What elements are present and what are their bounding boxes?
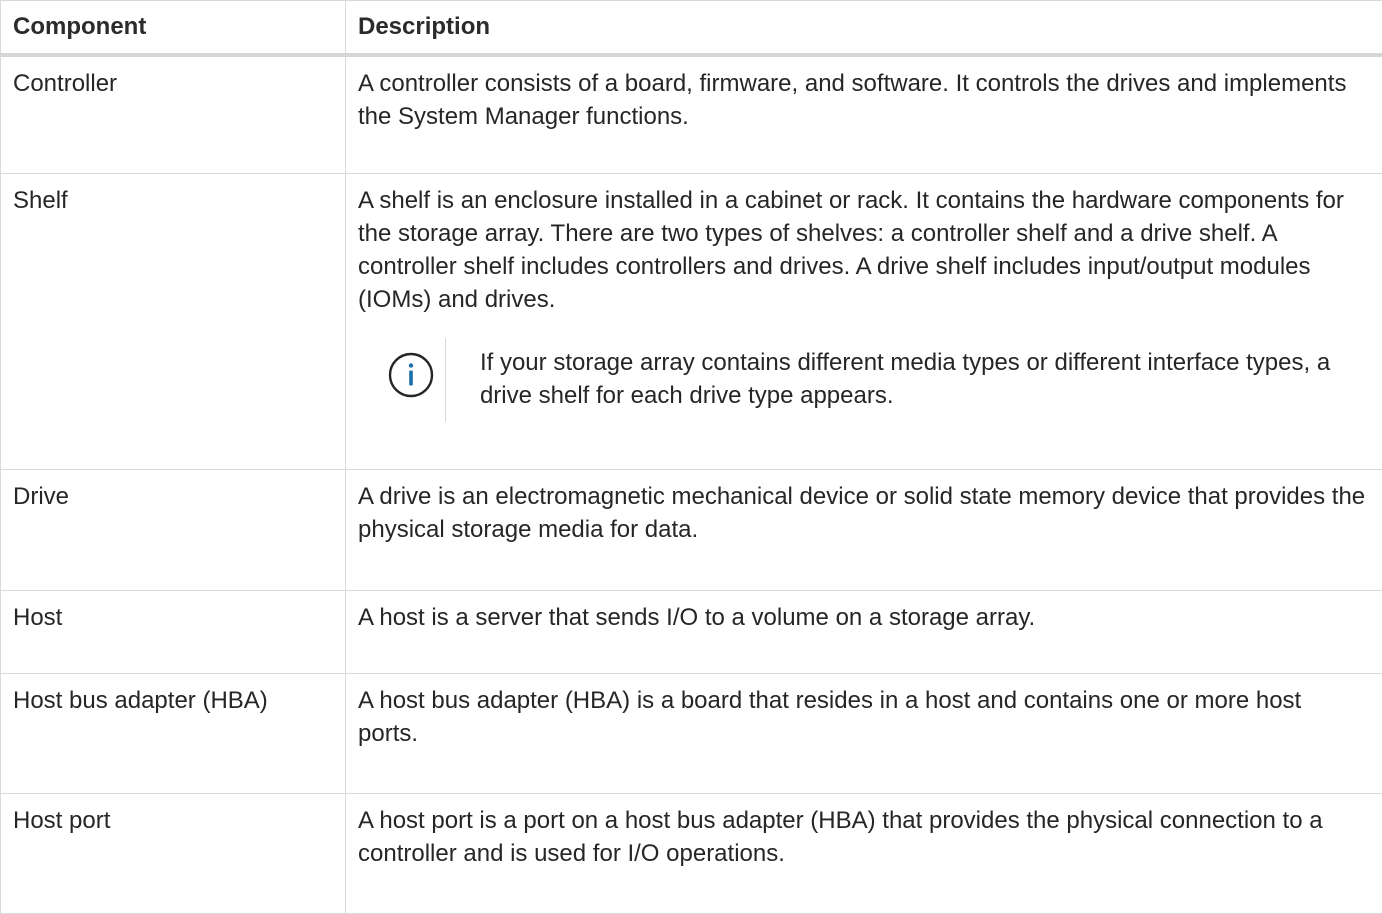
description-cell: A drive is an electromagnetic mechanical… — [346, 469, 1382, 590]
column-header-component: Component — [1, 1, 346, 56]
column-header-description: Description — [346, 1, 1382, 56]
description-text: A shelf is an enclosure installed in a c… — [358, 184, 1366, 316]
description-cell: A host is a server that sends I/O to a v… — [346, 590, 1382, 673]
description-cell: A shelf is an enclosure installed in a c… — [346, 173, 1382, 469]
table-row: Host A host is a server that sends I/O t… — [1, 590, 1382, 673]
note-icon-cell — [378, 338, 446, 422]
components-table: Component Description Controller A contr… — [0, 0, 1382, 914]
description-cell: A controller consists of a board, firmwa… — [346, 55, 1382, 173]
component-cell: Host bus adapter (HBA) — [1, 673, 346, 793]
table-row: Drive A drive is an electromagnetic mech… — [1, 469, 1382, 590]
table-row: Host port A host port is a port on a hos… — [1, 793, 1382, 913]
component-cell: Drive — [1, 469, 346, 590]
table-header-row: Component Description — [1, 1, 1382, 56]
table-row: Host bus adapter (HBA) A host bus adapte… — [1, 673, 1382, 793]
table-row: Controller A controller consists of a bo… — [1, 55, 1382, 173]
component-cell: Controller — [1, 55, 346, 173]
component-cell: Shelf — [1, 173, 346, 469]
info-note: If your storage array contains different… — [378, 338, 1366, 422]
note-text: If your storage array contains different… — [480, 338, 1366, 422]
component-cell: Host port — [1, 793, 346, 913]
description-cell: A host bus adapter (HBA) is a board that… — [346, 673, 1382, 793]
description-cell: A host port is a port on a host bus adap… — [346, 793, 1382, 913]
table-row: Shelf A shelf is an enclosure installed … — [1, 173, 1382, 469]
info-icon — [387, 351, 435, 408]
component-cell: Host — [1, 590, 346, 673]
